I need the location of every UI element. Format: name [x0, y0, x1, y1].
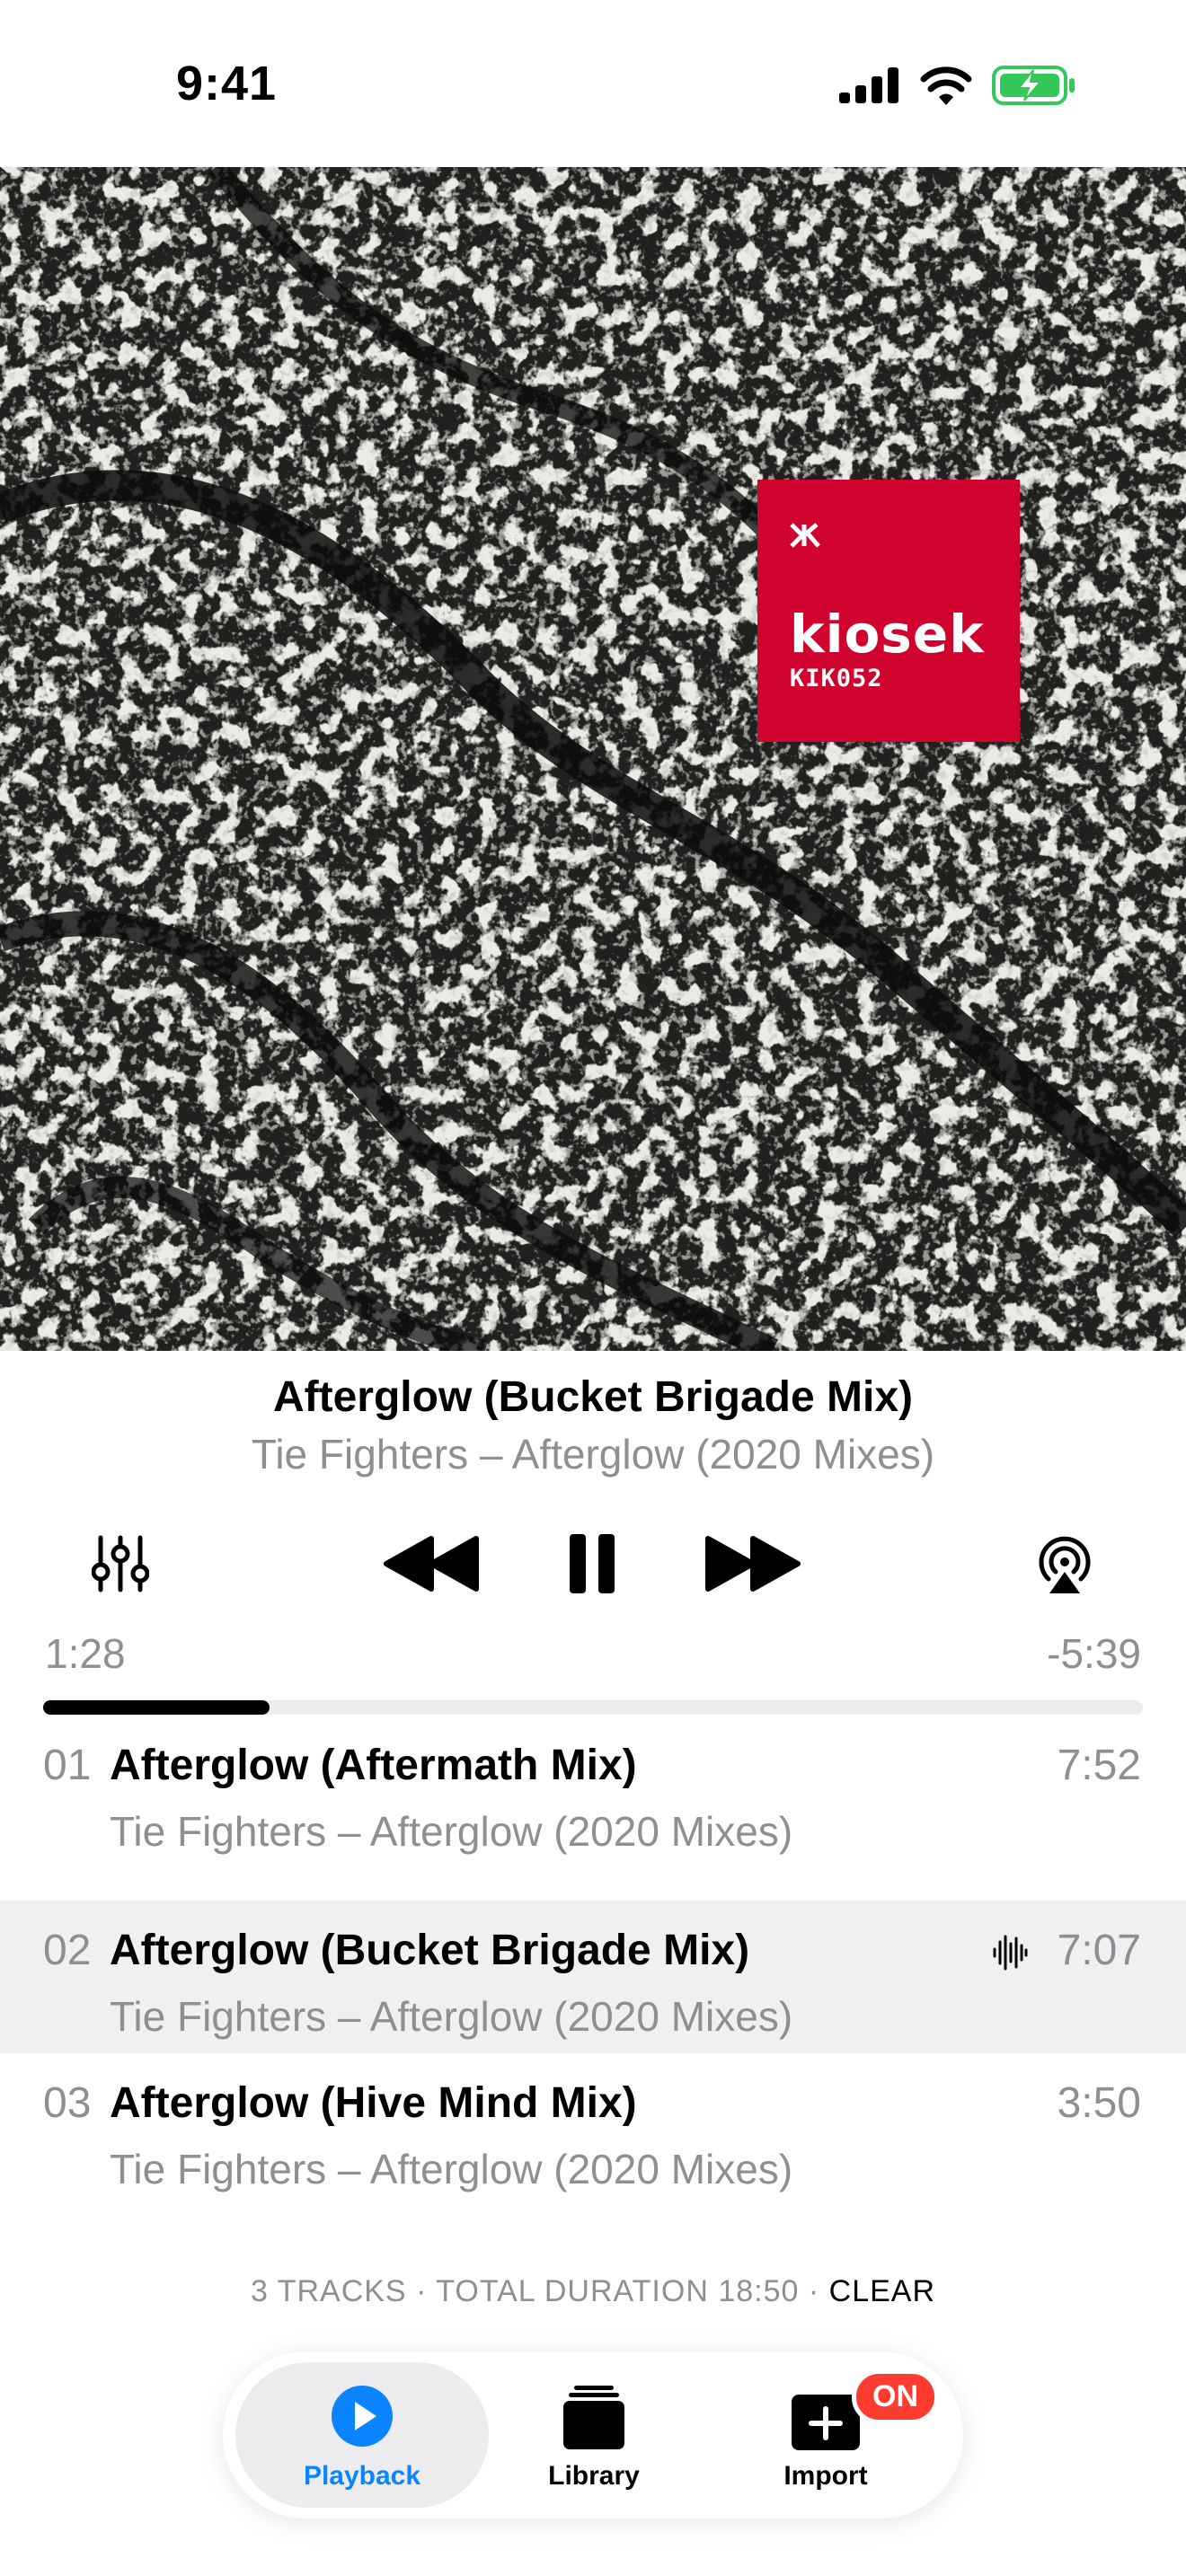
track-artist: Tie Fighters – Afterglow (2020 Mixes) [110, 2146, 793, 2192]
tab-playback[interactable]: Playback [235, 2362, 489, 2508]
rewind-icon[interactable] [381, 1535, 482, 1592]
now-playing-title: Afterglow (Bucket Brigade Mix) [272, 1373, 914, 1421]
airplay-icon[interactable] [1033, 1532, 1096, 1595]
now-playing-waveform-icon [993, 1935, 1028, 1971]
total-duration: TOTAL DURATION 18:50 [436, 2274, 800, 2308]
track-count: 3 TRACKS [250, 2274, 407, 2308]
status-bar: 9:41 [0, 0, 1186, 167]
clear-queue-button[interactable]: CLEAR [829, 2274, 935, 2308]
wifi-icon [920, 66, 972, 105]
record-label-square: kiosek KIK052 [757, 480, 1020, 742]
label-catalog-number: KIK052 [790, 665, 883, 693]
summary-separator: · [416, 2274, 428, 2308]
tab-label: Import [783, 2461, 868, 2491]
status-time: 9:41 [176, 57, 278, 110]
artwork-texture [0, 167, 1186, 1351]
label-logo-mark-icon [790, 523, 820, 548]
progress-scrubber[interactable] [43, 1700, 1143, 1715]
progress-fill [43, 1700, 270, 1715]
label-brand-text: kiosek [790, 604, 985, 665]
import-status-badge: ON [852, 2369, 939, 2424]
stack-icon [563, 2386, 624, 2449]
summary-separator: · [808, 2274, 820, 2308]
status-icons [839, 65, 1076, 106]
sliders-icon[interactable] [92, 1534, 149, 1593]
pause-icon[interactable] [568, 1532, 616, 1595]
track-number: 02 [43, 1927, 92, 1974]
track-title: Afterglow (Bucket Brigade Mix) [110, 1927, 750, 1974]
track-row[interactable]: 01 Afterglow (Aftermath Mix) Tie Fighter… [0, 1716, 1186, 1868]
tab-bar: Playback Library Import ON [223, 2351, 963, 2519]
track-duration: 3:50 [1057, 2079, 1141, 2127]
remaining-time: -5:39 [1047, 1630, 1141, 1677]
fast-forward-icon[interactable] [703, 1535, 803, 1592]
play-circle-icon [332, 2386, 393, 2447]
elapsed-time: 1:28 [45, 1630, 126, 1677]
track-row[interactable]: 03 Afterglow (Hive Mind Mix) Tie Fighter… [0, 2053, 1186, 2206]
track-title: Afterglow (Hive Mind Mix) [110, 2079, 637, 2127]
track-number: 03 [43, 2079, 92, 2127]
tab-label: Library [548, 2461, 640, 2491]
queue-summary: 3 TRACKS · TOTAL DURATION 18:50 · CLEAR [0, 2274, 1186, 2309]
track-title: Afterglow (Aftermath Mix) [110, 1742, 637, 1789]
cellular-signal-icon [839, 67, 898, 103]
track-artist: Tie Fighters – Afterglow (2020 Mixes) [110, 1808, 793, 1855]
track-duration: 7:52 [1057, 1742, 1141, 1789]
plus-square-icon [792, 2395, 860, 2450]
track-row-now-playing[interactable]: 02 Afterglow (Bucket Brigade Mix) Tie Fi… [0, 1901, 1186, 2053]
tab-label: Playback [303, 2461, 421, 2491]
battery-charging-icon [992, 66, 1075, 105]
track-duration: 7:07 [1057, 1927, 1141, 1974]
tab-library[interactable]: Library [467, 2362, 721, 2508]
track-number: 01 [43, 1742, 92, 1789]
track-artist: Tie Fighters – Afterglow (2020 Mixes) [110, 1993, 793, 2040]
album-artwork: kiosek KIK052 [0, 167, 1186, 1351]
now-playing-subtitle: Tie Fighters – Afterglow (2020 Mixes) [251, 1431, 935, 1478]
